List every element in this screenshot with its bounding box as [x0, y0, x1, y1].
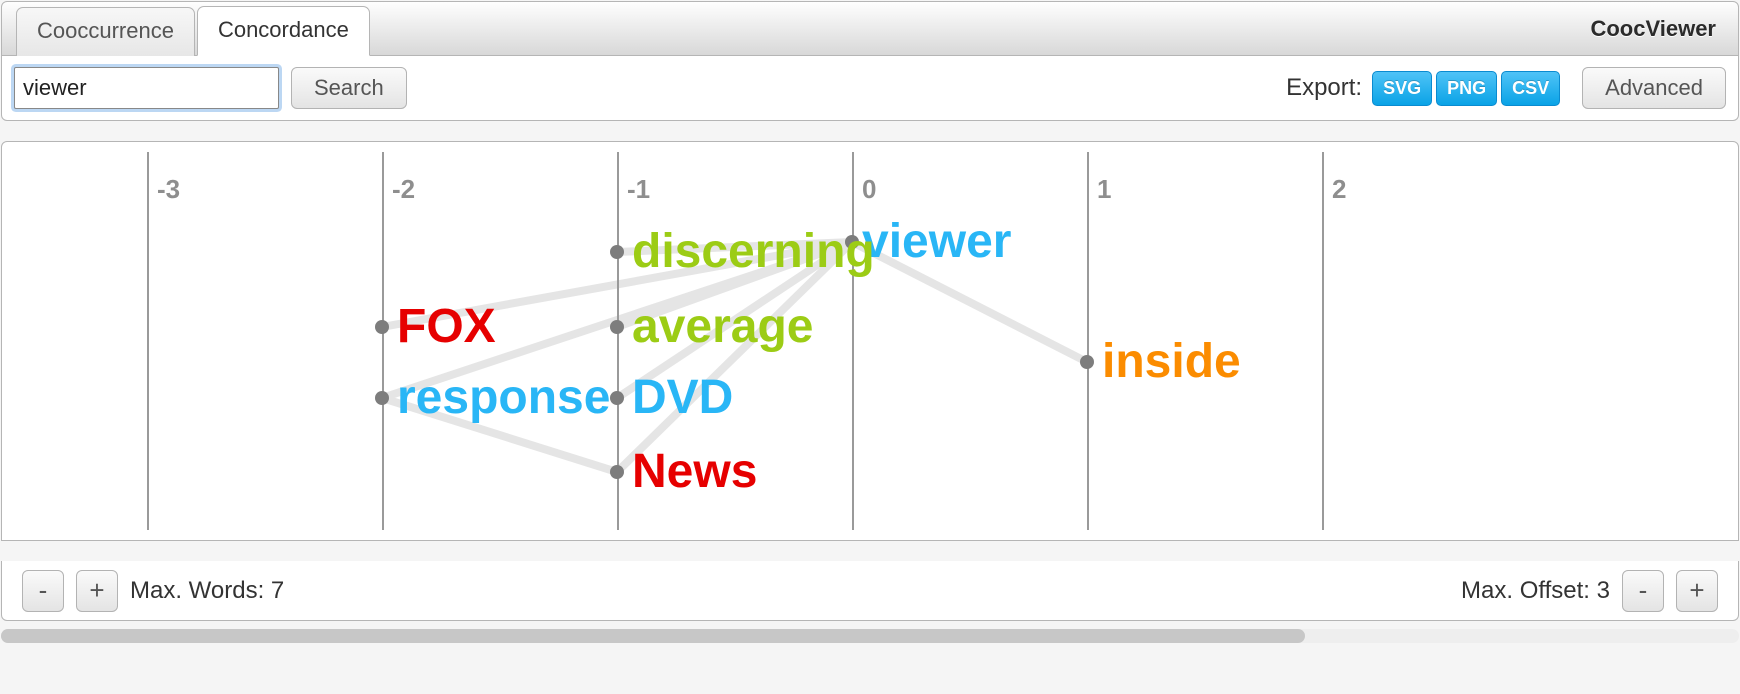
word-anchor-dot — [610, 320, 624, 334]
advanced-button[interactable]: Advanced — [1582, 67, 1726, 109]
word-anchor-dot — [375, 391, 389, 405]
app-title: CoocViewer — [1590, 16, 1724, 42]
max-words-label: Max. Words: 7 — [130, 577, 284, 605]
word-anchor-dot — [610, 391, 624, 405]
max-words-increase-button[interactable]: + — [76, 570, 118, 612]
export-png-button[interactable]: PNG — [1436, 71, 1497, 106]
axis-label: -1 — [627, 174, 650, 205]
word-token[interactable]: DVD — [632, 374, 733, 422]
word-token[interactable]: News — [632, 448, 757, 496]
axis-label: -2 — [392, 174, 415, 205]
axis-label: 2 — [1332, 174, 1346, 205]
word-token[interactable]: discerning — [632, 228, 875, 276]
word-anchor-dot — [375, 320, 389, 334]
axis-label: 1 — [1097, 174, 1111, 205]
axis-line: -3 — [147, 152, 149, 530]
max-offset-increase-button[interactable]: + — [1676, 570, 1718, 612]
tab-concordance[interactable]: Concordance — [197, 6, 370, 56]
axis-label: -3 — [157, 174, 180, 205]
search-input[interactable] — [14, 67, 279, 109]
word-anchor-dot — [610, 245, 624, 259]
word-token[interactable]: average — [632, 303, 813, 351]
toolbar: Search Export: SVG PNG CSV Advanced — [1, 56, 1739, 121]
word-token[interactable]: FOX — [397, 303, 496, 351]
word-token[interactable]: response — [397, 374, 610, 422]
axis-line: 0 — [852, 152, 854, 530]
axis-line: 2 — [1322, 152, 1324, 530]
max-offset-label: Max. Offset: 3 — [1461, 577, 1610, 605]
max-offset-decrease-button[interactable]: - — [1622, 570, 1664, 612]
export-csv-button[interactable]: CSV — [1501, 71, 1560, 106]
footer-controls: - + Max. Words: 7 Max. Offset: 3 - + — [1, 561, 1739, 621]
word-token[interactable]: inside — [1102, 338, 1241, 386]
header-bar: Cooccurrence Concordance CoocViewer — [1, 1, 1739, 56]
export-svg-button[interactable]: SVG — [1372, 71, 1432, 106]
word-anchor-dot — [1080, 355, 1094, 369]
horizontal-scrollbar[interactable] — [1, 629, 1739, 643]
axis-label: 0 — [862, 174, 876, 205]
axis-line: -2 — [382, 152, 384, 530]
max-words-decrease-button[interactable]: - — [22, 570, 64, 612]
export-label: Export: — [1286, 74, 1362, 102]
search-button[interactable]: Search — [291, 67, 407, 109]
scrollbar-thumb[interactable] — [1, 629, 1305, 643]
word-token[interactable]: viewer — [862, 218, 1011, 266]
tab-cooccurrence[interactable]: Cooccurrence — [16, 7, 195, 56]
axis-line: 1 — [1087, 152, 1089, 530]
word-anchor-dot — [610, 465, 624, 479]
concordance-canvas: -3-2-1012viewerdiscerningaverageDVDNewsF… — [1, 141, 1739, 541]
